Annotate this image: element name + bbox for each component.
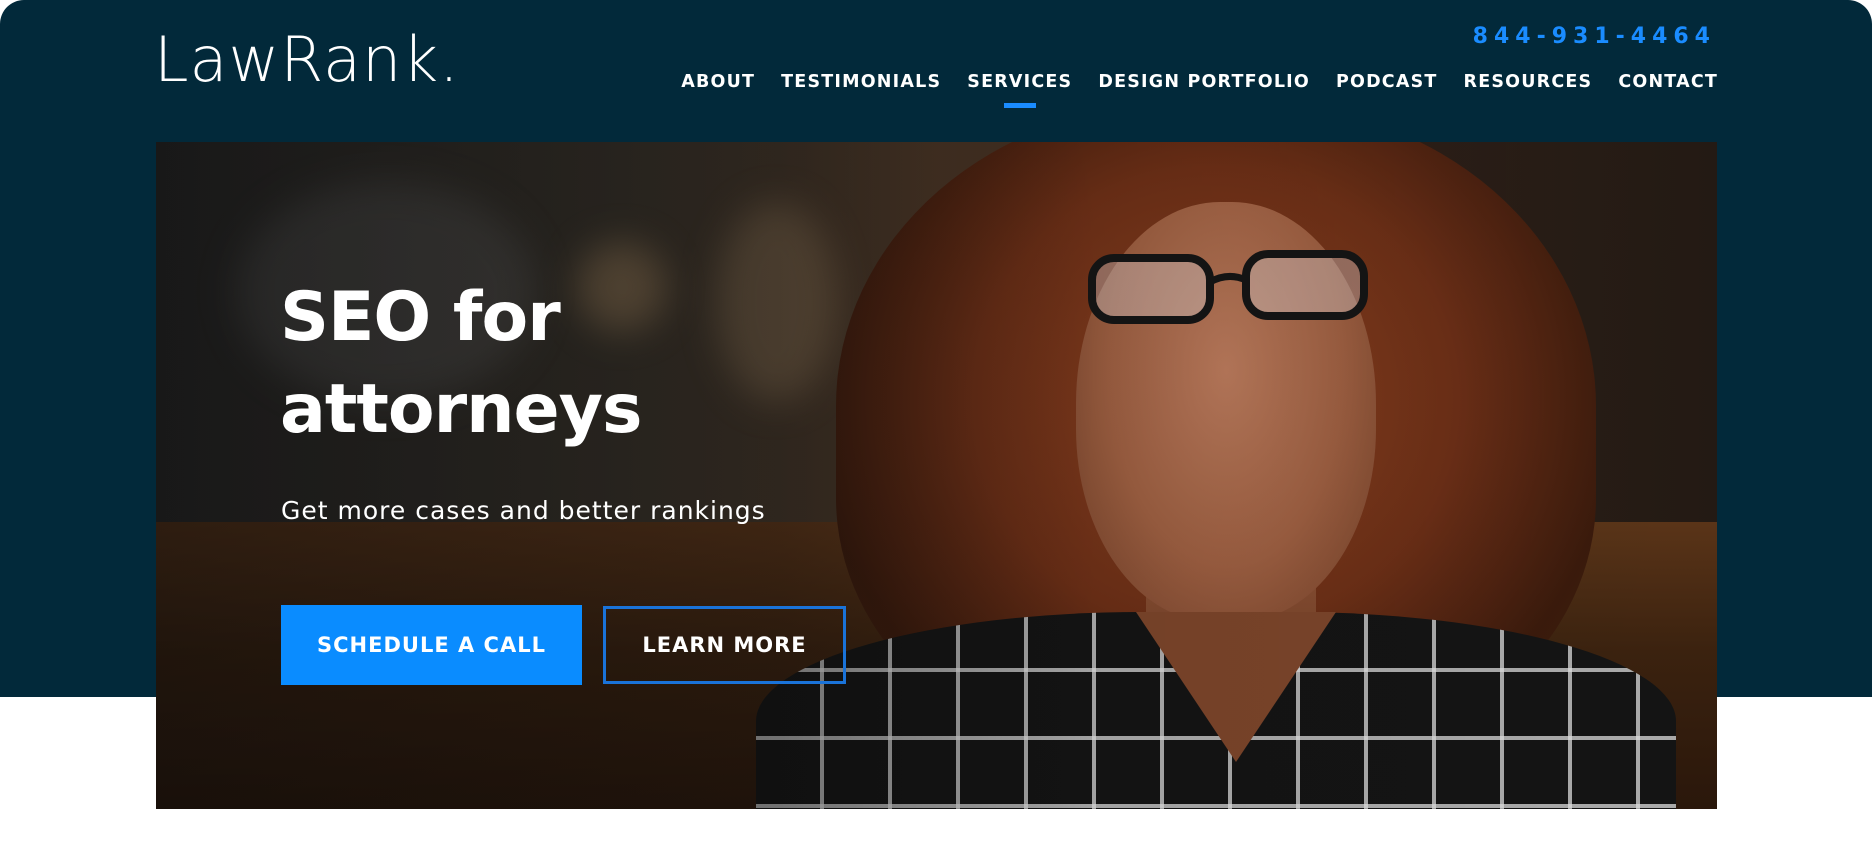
lawrank-logo[interactable]: LawRank. bbox=[154, 22, 460, 98]
hero-banner bbox=[156, 142, 1717, 809]
schedule-call-button[interactable]: SCHEDULE A CALL bbox=[281, 605, 582, 685]
hero-heading-line-2: attorneys bbox=[280, 370, 642, 449]
nav-item-services[interactable]: SERVICES bbox=[967, 66, 1072, 98]
nav-item-about[interactable]: ABOUT bbox=[681, 66, 755, 98]
nav-item-resources[interactable]: RESOURCES bbox=[1464, 66, 1593, 98]
nav-item-contact[interactable]: CONTACT bbox=[1618, 66, 1718, 98]
nav-item-podcast[interactable]: PODCAST bbox=[1336, 66, 1438, 98]
phone-number-link[interactable]: 844-931-4464 bbox=[1473, 22, 1716, 52]
hero-subtitle: Get more cases and better rankings bbox=[281, 496, 766, 525]
hero-heading-line-1: SEO for bbox=[280, 278, 561, 357]
nav-item-design-portfolio[interactable]: DESIGN PORTFOLIO bbox=[1098, 66, 1310, 98]
hero-overlay bbox=[156, 142, 1717, 809]
learn-more-button[interactable]: LEARN MORE bbox=[603, 606, 846, 684]
nav-item-testimonials[interactable]: TESTIMONIALS bbox=[781, 66, 941, 98]
hero-heading: SEO for attorneys bbox=[280, 272, 840, 456]
main-navigation: ABOUT TESTIMONIALS SERVICES DESIGN PORTF… bbox=[681, 66, 1718, 98]
